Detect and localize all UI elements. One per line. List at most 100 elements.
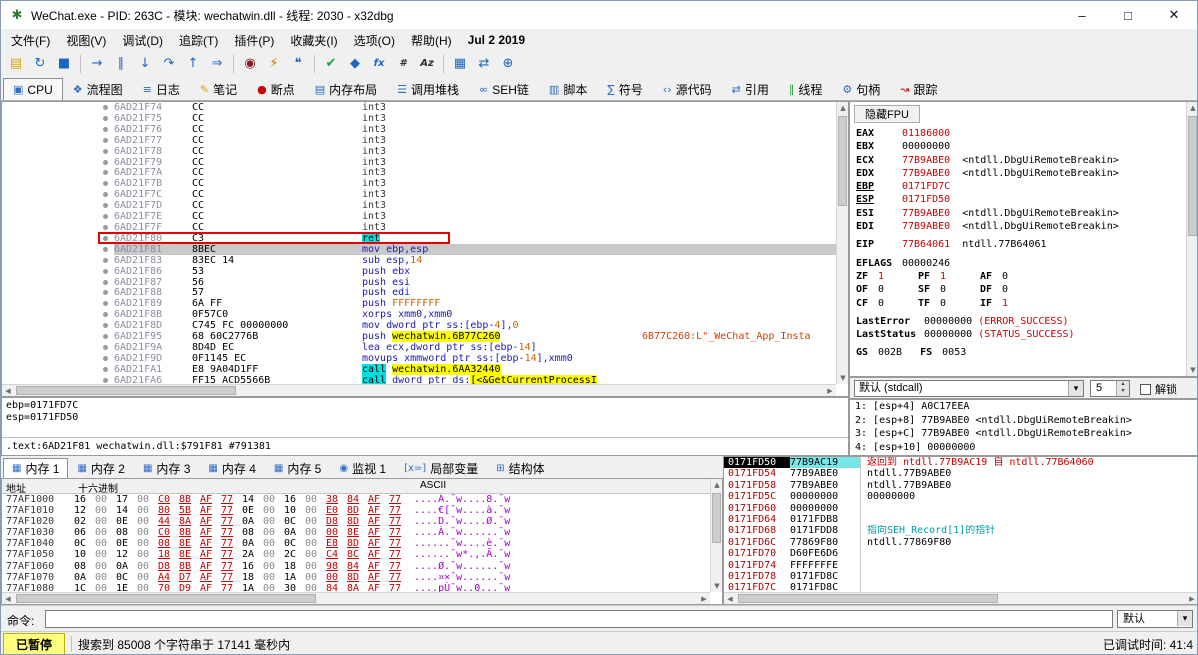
- breakpoint-dot[interactable]: [103, 127, 108, 132]
- stack-row[interactable]: 0171FD74FFFFFFFE: [724, 560, 1198, 571]
- globe-button[interactable]: ⊕: [496, 53, 520, 75]
- tab-struct[interactable]: ⊞结构体: [487, 458, 553, 478]
- scroll-right-icon[interactable]: ▶: [698, 593, 710, 605]
- stack-row[interactable]: 0171FD5477B9ABE0ntdll.77B9ABE0: [724, 468, 1198, 479]
- tab-call-stack[interactable]: ☰调用堆栈: [387, 78, 469, 100]
- breakpoint-dot[interactable]: [103, 149, 108, 154]
- scroll-up-icon[interactable]: ▲: [711, 479, 723, 491]
- scroll-down-icon[interactable]: ▼: [711, 580, 723, 592]
- disasm-row[interactable]: 6AD21F7FCCint3: [2, 222, 836, 233]
- disasm-row[interactable]: 6AD21F9D0F1145 ECmovups xmmword ptr ss:[…: [2, 353, 836, 364]
- checkbox-box[interactable]: [1140, 384, 1151, 395]
- references-button[interactable]: ⇄: [472, 53, 496, 75]
- breakpoint-dot[interactable]: [103, 312, 108, 317]
- tab-graph[interactable]: ❖流程图: [63, 78, 133, 100]
- argument-row[interactable]: 4: [esp+10] 00000000: [850, 441, 1198, 455]
- flags-row[interactable]: CF0TF0IF1: [856, 297, 1186, 310]
- close-button[interactable]: ✕: [1151, 1, 1197, 29]
- breakpoint-dot[interactable]: [103, 236, 108, 241]
- register-row-esi[interactable]: ESI77B9ABE0 <ntdll.DbgUiRemoteBreakin>: [856, 207, 1186, 220]
- step-over-button[interactable]: ↷: [157, 53, 181, 75]
- register-row-ecx[interactable]: ECX77B9ABE0 <ntdll.DbgUiRemoteBreakin>: [856, 154, 1186, 167]
- scroll-thumb[interactable]: [838, 116, 847, 206]
- tab-source[interactable]: ‹›源代码: [653, 78, 722, 100]
- dump-row[interactable]: 77AF102002000E00448AAF770A000C00D88DAF77…: [2, 516, 710, 527]
- tab-handles[interactable]: ⚙句柄: [832, 78, 890, 100]
- menu-item-plugins[interactable]: 插件(P): [226, 29, 282, 52]
- step-into-button[interactable]: ↓: [133, 53, 157, 75]
- scroll-down-icon[interactable]: ▼: [1187, 364, 1198, 376]
- command-input[interactable]: [45, 610, 1113, 628]
- dump-row[interactable]: 77AF10700A000C00A4D7AF7718001A00008DAF77…: [2, 572, 710, 583]
- disasm-row[interactable]: 6AD21F8383EC 14sub esp,14: [2, 255, 836, 266]
- disasm-row[interactable]: 6AD21F75CCint3: [2, 113, 836, 124]
- dump-horizontal-scrollbar[interactable]: ◀ ▶: [2, 592, 710, 604]
- menu-item-favourites[interactable]: 收藏夹(I): [282, 29, 345, 52]
- disasm-row[interactable]: 6AD21F7ECCint3: [2, 211, 836, 222]
- scroll-right-icon[interactable]: ▶: [1186, 593, 1198, 605]
- tab-memory-2[interactable]: ▦内存 2: [68, 458, 133, 478]
- register-row-ebx[interactable]: EBX00000000: [856, 140, 1186, 153]
- tab-seh[interactable]: ∞SEH链: [469, 78, 539, 100]
- disasm-row[interactable]: 6AD21F80C3ret: [2, 233, 836, 244]
- breakpoint-dot[interactable]: [103, 203, 108, 208]
- trace-record-button[interactable]: ◉: [238, 53, 262, 75]
- disasm-row[interactable]: 6AD21F7DCCint3: [2, 200, 836, 211]
- disasm-row[interactable]: 6AD21F7BCCint3: [2, 178, 836, 189]
- argument-count-spinner[interactable]: 5 ▴▾: [1090, 380, 1130, 397]
- register-row-eax[interactable]: EAX01186000: [856, 127, 1186, 140]
- dump-row[interactable]: 77AF10801C001E0070D9AF771A003000848AAF77…: [2, 583, 710, 592]
- menu-item-view[interactable]: 视图(V): [58, 29, 114, 52]
- disasm-row[interactable]: 6AD21F7ACCint3: [2, 167, 836, 178]
- breakpoint-dot[interactable]: [103, 192, 108, 197]
- tab-locals[interactable]: [x=]局部变量: [395, 458, 487, 478]
- flags-row[interactable]: OF0SF0DF0: [856, 283, 1186, 296]
- breakpoint-dot[interactable]: [103, 225, 108, 230]
- stack-row[interactable]: 0171FD5077B9AC19返回到 ntdll.77B9AC19 自 ntd…: [724, 457, 1198, 468]
- disasm-horizontal-scrollbar[interactable]: ◀ ▶: [2, 384, 836, 396]
- breakpoint-dot[interactable]: [103, 323, 108, 328]
- memory-map-button[interactable]: ▦: [448, 53, 472, 75]
- scroll-thumb[interactable]: [712, 493, 721, 543]
- stack-row[interactable]: 0171FD680171FDD8指向SEH_Record[1]的指针: [724, 525, 1198, 536]
- disasm-row[interactable]: 6AD21F76CCint3: [2, 124, 836, 135]
- chevron-down-icon[interactable]: ▾: [1177, 611, 1192, 626]
- register-row-ebp[interactable]: EBP0171FD7C: [856, 180, 1186, 193]
- stack-row[interactable]: 0171FD7C0171FD8C: [724, 582, 1198, 592]
- menu-item-options[interactable]: 选项(O): [346, 29, 403, 52]
- disasm-row[interactable]: 6AD21F7CCCint3: [2, 189, 836, 200]
- breakpoint-dot[interactable]: [103, 181, 108, 186]
- registers-vertical-scrollbar[interactable]: ▲ ▼: [1186, 102, 1198, 376]
- hide-fpu-button[interactable]: 隐藏FPU: [854, 105, 920, 123]
- stack-row[interactable]: 0171FD6C77869F80ntdll.77869F80: [724, 537, 1198, 548]
- tab-breakpoints[interactable]: ●断点: [247, 78, 305, 100]
- tab-watch-1[interactable]: ◉监视 1: [330, 458, 395, 478]
- scroll-left-icon[interactable]: ◀: [2, 593, 14, 605]
- strings-button[interactable]: Az: [415, 53, 439, 75]
- tab-log[interactable]: ≡日志: [133, 78, 190, 100]
- scroll-left-icon[interactable]: ◀: [724, 593, 736, 605]
- breakpoint-dot[interactable]: [103, 105, 108, 110]
- functions-button[interactable]: fx: [367, 53, 391, 75]
- hash-button[interactable]: #: [391, 53, 415, 75]
- stack-row[interactable]: 0171FD640171FDB8: [724, 514, 1198, 525]
- breakpoint-dot[interactable]: [103, 138, 108, 143]
- dump-row[interactable]: 77AF10400C000E00088EAF770A000C00E88DAF77…: [2, 538, 710, 549]
- register-row-eflags[interactable]: EFLAGS00000246: [856, 257, 1186, 270]
- stack-row[interactable]: 0171FD780171FD8C: [724, 571, 1198, 582]
- flags-row[interactable]: ZF1PF1AF0: [856, 270, 1186, 283]
- tab-memory-map[interactable]: ▤内存布局: [305, 78, 387, 100]
- breakpoint-dot[interactable]: [103, 214, 108, 219]
- spinner-arrows-icon[interactable]: ▴▾: [1116, 381, 1129, 396]
- patch-button[interactable]: ⚡: [262, 53, 286, 75]
- breakpoint-dot[interactable]: [103, 247, 108, 252]
- calling-convention-select[interactable]: 默认 (stdcall) ▾: [854, 380, 1084, 397]
- breakpoint-dot[interactable]: [103, 378, 108, 383]
- dump-row[interactable]: 77AF100016001700C08BAF77140016003884AF77…: [2, 494, 710, 505]
- menu-item-help[interactable]: 帮助(H): [403, 29, 460, 52]
- disasm-vertical-scrollbar[interactable]: ▲ ▼: [836, 102, 848, 384]
- argument-row[interactable]: 1: [esp+4] A0C17EEA: [850, 400, 1198, 414]
- minimize-button[interactable]: –: [1059, 1, 1105, 29]
- disasm-row[interactable]: 6AD21F8857push edi: [2, 287, 836, 298]
- scroll-up-icon[interactable]: ▲: [837, 102, 849, 114]
